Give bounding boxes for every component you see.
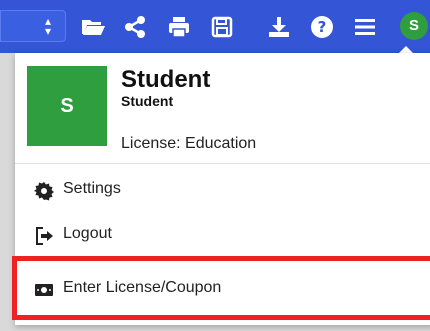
license-type: License: Education	[121, 135, 257, 152]
print-icon[interactable]	[166, 14, 192, 40]
select-arrows-icon: ▴ ▾	[44, 14, 51, 38]
ticket-icon	[34, 280, 54, 300]
folder-open-icon[interactable]	[80, 14, 106, 40]
svg-text:?: ?	[318, 18, 327, 36]
save-icon[interactable]	[209, 14, 235, 40]
enter-license-coupon-label: Enter License/Coupon	[63, 279, 222, 296]
download-icon[interactable]	[266, 14, 292, 40]
user-name: Student	[121, 66, 211, 93]
divider	[15, 163, 430, 164]
help-icon[interactable]: ?	[309, 14, 335, 40]
user-avatar-button[interactable]: S	[400, 12, 428, 40]
top-toolbar: ▴ ▾ ? S	[0, 0, 430, 53]
document-select[interactable]: ▴ ▾	[0, 10, 66, 42]
menu-icon[interactable]	[352, 14, 378, 40]
share-icon[interactable]	[122, 14, 148, 40]
logout-menu-item[interactable]: Logout	[15, 213, 430, 257]
settings-label: Settings	[63, 180, 121, 197]
logout-icon	[34, 226, 54, 246]
user-dropdown-panel: S Student Student License: Education Set…	[15, 53, 430, 325]
profile-avatar-initial: S	[60, 94, 74, 117]
logout-label: Logout	[63, 225, 112, 242]
settings-menu-item[interactable]: Settings	[15, 168, 430, 212]
user-subtitle: Student	[121, 93, 174, 109]
profile-avatar: S	[27, 66, 107, 146]
gear-icon	[34, 181, 54, 201]
enter-license-coupon-menu-item[interactable]: Enter License/Coupon	[15, 267, 430, 311]
